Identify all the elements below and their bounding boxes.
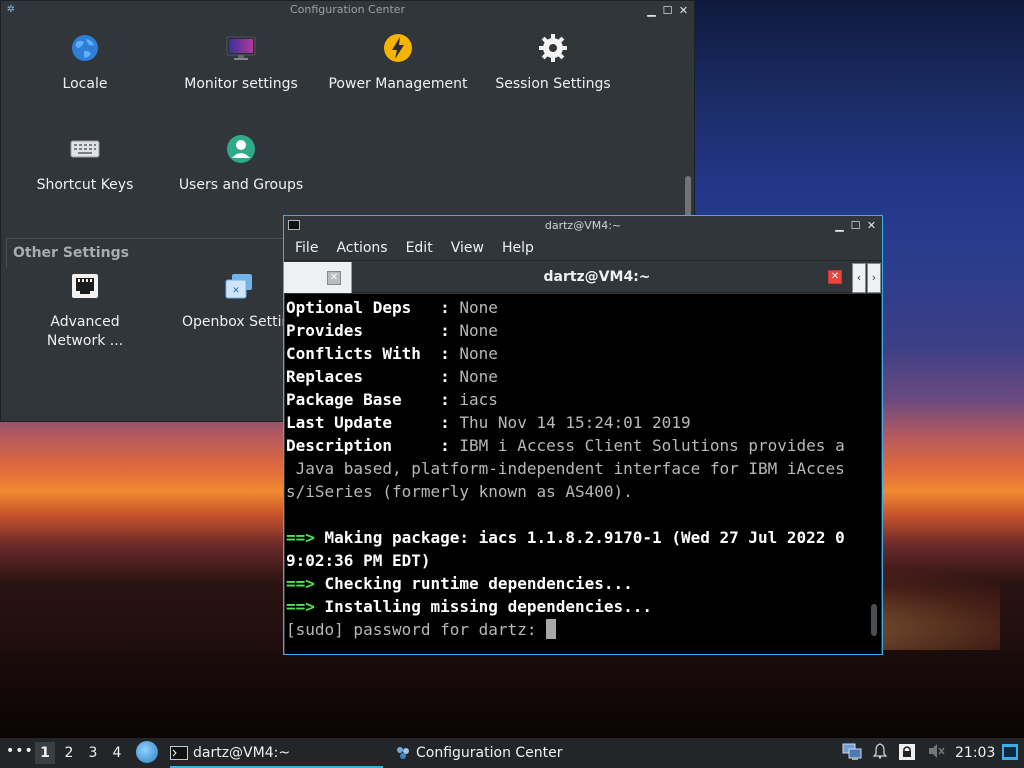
cc-item-users-and-groups[interactable]: Users and Groups (166, 134, 316, 195)
workspace-2[interactable]: 2 (59, 742, 79, 764)
cc-item-openbox-settings[interactable]: ✕ Openbox Settin (166, 271, 296, 332)
cc-section-divider-left (6, 238, 7, 268)
lock-screen-icon[interactable] (897, 743, 917, 763)
network-icon (72, 274, 98, 298)
cc-item-power-management[interactable]: Power Management (323, 33, 473, 94)
tab-inactive[interactable]: ✕ (284, 262, 352, 293)
clock: 21:03 (955, 745, 996, 761)
terminal-tabbar: ✕ dartz@VM4:~ ✕ ‹ › (284, 260, 882, 293)
wallpaper-ground (0, 650, 1024, 740)
cc-item-label: Locale (62, 76, 108, 92)
task-label: dartz@VM4:~ (193, 745, 291, 761)
term-line: 9:02:36 PM EDT) (286, 551, 431, 570)
app-menu-button[interactable]: ••• (6, 743, 34, 759)
menu-actions[interactable]: Actions (336, 240, 387, 256)
cc-item-label: Users and Groups (178, 177, 304, 193)
terminal-icon (170, 746, 188, 760)
volume-muted-icon[interactable] (926, 743, 946, 763)
user-icon (227, 135, 255, 163)
cc-item-label: Session Settings (495, 76, 611, 92)
network-tray-icon[interactable] (842, 743, 862, 763)
cc-item-monitor-settings[interactable]: Monitor settings (166, 33, 316, 94)
terminal-output[interactable]: Optional Deps : None Provides : None Confl… (285, 294, 869, 654)
cc-section-title: Other Settings (13, 245, 129, 261)
openbox-icon: ✕ (225, 274, 252, 299)
taskbar: ••• 1 2 3 4 dartz@VM4:~ Configuration Ce… (0, 738, 1024, 768)
terminal-window: dartz@VM4:~ ▁ ☐ ✕ File Actions Edit View… (283, 215, 883, 655)
browser-launcher-icon[interactable] (136, 741, 158, 763)
show-desktop-icon[interactable] (1000, 743, 1020, 763)
minimize-button[interactable]: ▁ (833, 219, 846, 232)
cc-item-label: Power Management (328, 76, 468, 92)
tab-scroll-right-icon[interactable]: › (867, 263, 881, 293)
cc-app-icon: ✲ (6, 4, 16, 15)
term-line: Conflicts With : None (286, 344, 498, 363)
task-configuration-center[interactable]: Configuration Center (395, 738, 605, 768)
tab-scroll-left-icon[interactable]: ‹ (852, 263, 866, 293)
cc-item-session-settings[interactable]: Session Settings (478, 33, 628, 94)
cc-item-advanced-network[interactable]: Advanced Network ... (10, 271, 160, 351)
term-line: Optional Deps : None (286, 298, 498, 317)
close-button[interactable]: ✕ (865, 219, 878, 232)
menu-view[interactable]: View (451, 240, 484, 256)
cc-title: Configuration Center (289, 3, 406, 16)
gear-icon (539, 34, 567, 62)
cc-item-label: Monitor settings (184, 76, 298, 92)
workspace-1[interactable]: 1 (35, 742, 55, 764)
term-line: [sudo] password for dartz: (286, 618, 869, 641)
maximize-button[interactable]: ☐ (661, 4, 674, 17)
tab-active-close-icon[interactable]: ✕ (828, 270, 842, 284)
terminal-scrollbar-thumb[interactable] (871, 604, 877, 636)
menu-file[interactable]: File (295, 240, 318, 256)
cc-item-locale[interactable]: Locale (10, 33, 160, 94)
terminal-title: dartz@VM4:~ (544, 219, 622, 232)
close-button[interactable]: ✕ (677, 4, 690, 17)
terminal-cursor (546, 619, 557, 639)
term-line: Replaces : None (286, 367, 498, 386)
svg-text:✕: ✕ (232, 286, 240, 296)
cc-item-label: Shortcut Keys (36, 177, 134, 193)
menu-help[interactable]: Help (502, 240, 534, 256)
minimize-button[interactable]: ▁ (645, 4, 658, 17)
cc-section-divider (6, 238, 291, 239)
notification-bell-icon[interactable] (870, 743, 890, 763)
terminal-menubar: File Actions Edit View Help (284, 235, 882, 260)
term-line: Java based, platform-independent interfa… (286, 459, 845, 478)
workspace-3[interactable]: 3 (83, 742, 103, 764)
tab-active[interactable]: dartz@VM4:~ (352, 261, 842, 293)
cc-item-shortcut-keys[interactable]: Shortcut Keys (10, 134, 160, 195)
term-line: ==> Making package: iacs 1.1.8.2.9170-1 … (286, 528, 845, 547)
term-line: Provides : None (286, 321, 498, 340)
cc-item-label: Advanced Network ... (46, 314, 124, 349)
power-icon (384, 34, 412, 62)
keyboard-icon (70, 140, 100, 158)
term-line-blank (286, 503, 869, 526)
maximize-button[interactable]: ☐ (849, 219, 862, 232)
task-label: Configuration Center (416, 745, 563, 761)
term-line: Description : IBM i Access Client Soluti… (286, 436, 845, 455)
term-line: s/iSeries (formerly known as AS400). (286, 482, 633, 501)
term-line: Package Base : iacs (286, 390, 498, 409)
terminal-titlebar[interactable]: dartz@VM4:~ ▁ ☐ ✕ (284, 216, 882, 235)
menu-edit[interactable]: Edit (406, 240, 433, 256)
cc-titlebar[interactable]: ✲ Configuration Center ▁ ☐ ✕ (1, 1, 694, 19)
terminal-app-icon (288, 220, 300, 230)
workspace-4[interactable]: 4 (107, 742, 127, 764)
terminal-scrollbar[interactable] (867, 294, 881, 654)
term-line: ==> Installing missing dependencies... (286, 597, 653, 616)
task-terminal[interactable]: dartz@VM4:~ (170, 738, 383, 768)
cc-item-label: Openbox Settin (182, 314, 291, 330)
tab-close-icon[interactable]: ✕ (327, 271, 341, 285)
config-icon (397, 747, 409, 759)
globe-icon (72, 35, 98, 61)
term-line: Last Update : Thu Nov 14 15:24:01 2019 (286, 413, 691, 432)
term-line: ==> Checking runtime dependencies... (286, 574, 633, 593)
monitor-icon (226, 36, 256, 60)
